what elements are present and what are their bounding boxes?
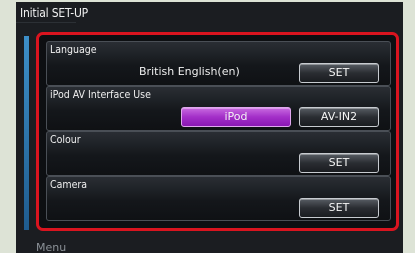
camera-row: Camera SET (46, 176, 391, 221)
language-row: Language British English(en) SET (46, 41, 391, 86)
colour-set-button[interactable]: SET (299, 153, 379, 173)
initial-setup-screen: Initial SET-UP Language British English(… (16, 2, 403, 253)
camera-set-button[interactable]: SET (299, 198, 379, 218)
camera-label: Camera (50, 179, 88, 191)
language-set-button[interactable]: SET (299, 63, 379, 83)
title-divider (16, 22, 76, 23)
menu-button[interactable]: Menu (36, 241, 66, 253)
scroll-indicator[interactable] (24, 36, 29, 230)
ipod-option-button[interactable]: iPod (181, 107, 291, 127)
language-value: British English(en) (139, 65, 240, 78)
colour-row: Colour SET (46, 131, 391, 176)
ipod-av-interface-label: iPod AV Interface Use (50, 89, 151, 101)
settings-panel: Language British English(en) SET iPod AV… (36, 32, 399, 231)
colour-label: Colour (50, 134, 81, 146)
ipod-av-interface-row: iPod AV Interface Use iPod AV-IN2 (46, 86, 391, 131)
av-in2-option-button[interactable]: AV-IN2 (299, 107, 379, 127)
language-label: Language (50, 44, 97, 56)
page-title: Initial SET-UP (20, 6, 88, 20)
